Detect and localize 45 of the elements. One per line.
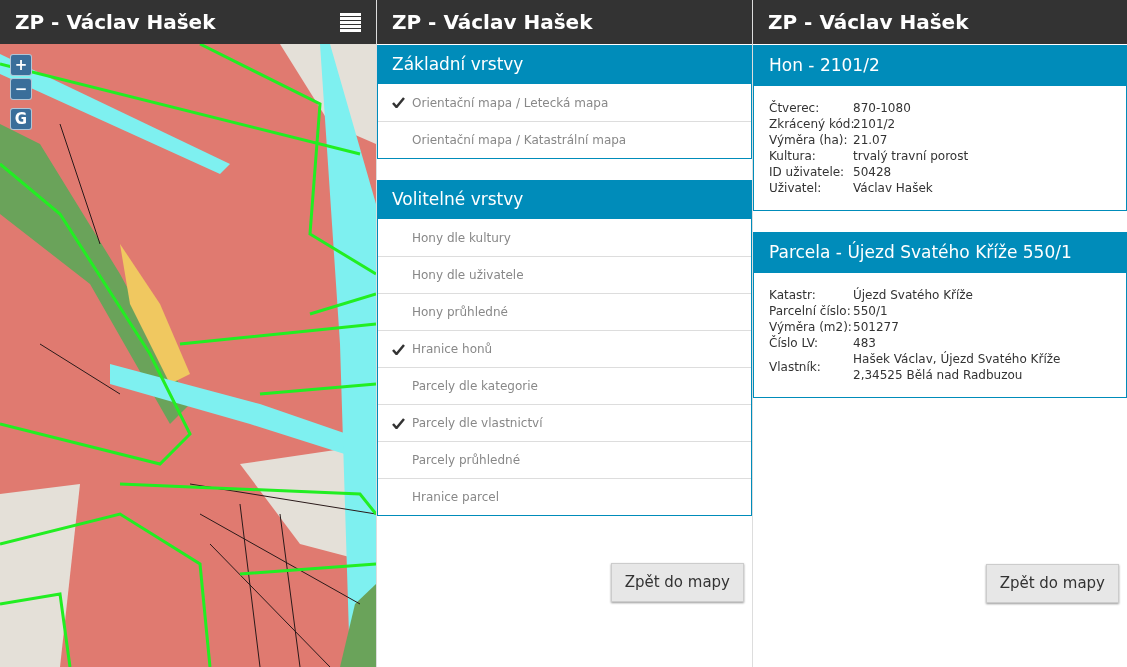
- field-value: Újezd Svatého Kříže: [853, 287, 973, 303]
- field-label: Čtverec:: [769, 100, 821, 116]
- field-value: 483: [853, 335, 876, 351]
- field-label: Výměra (m2):: [769, 319, 853, 335]
- field-value: 870-1080: [853, 100, 911, 116]
- field-label: Parcelní číslo:: [769, 303, 852, 319]
- layer-item[interactable]: Hranice honů: [378, 330, 751, 367]
- field-label: Výměra (ha):: [769, 132, 849, 148]
- field-value: 550/1: [853, 303, 888, 319]
- map-control-button[interactable]: −: [10, 78, 32, 100]
- field-value: 501277: [853, 319, 899, 335]
- layer-item[interactable]: Orientační mapa / Letecká mapa: [378, 84, 751, 121]
- field-value: trvalý travní porost: [853, 148, 969, 164]
- map-control-button[interactable]: +: [10, 54, 32, 76]
- field-label: Vlastník:: [769, 359, 822, 375]
- field-value: 21.07: [853, 132, 888, 148]
- field-value: Hašek Václav, Újezd Svatého Kříže 2,34525 Bělá nad Radbuzou: [853, 351, 1062, 383]
- back-to-map-button[interactable]: Zpět do mapy: [610, 563, 744, 602]
- layer-item[interactable]: Parcely dle vlastnictví: [378, 404, 751, 441]
- field-value: 2101/2: [853, 116, 896, 132]
- app-title: ZP - Václav Hašek: [392, 9, 593, 36]
- field-label: Katastr:: [769, 287, 817, 303]
- menu-icon[interactable]: [340, 12, 361, 32]
- map-control-button[interactable]: G: [10, 108, 32, 130]
- app-title: ZP - Václav Hašek: [768, 9, 969, 36]
- panel-heading: Základní vrstvy: [378, 46, 751, 84]
- layer-item[interactable]: Orientační mapa / Katastrální mapa: [378, 121, 751, 158]
- app-title: ZP - Václav Hašek: [15, 9, 216, 36]
- layer-item[interactable]: Hranice parcel: [378, 478, 751, 515]
- layer-item[interactable]: Hony dle uživatele: [378, 256, 751, 293]
- panel-heading: Volitelné vrstvy: [378, 181, 751, 219]
- field-value: Václav Hašek: [853, 180, 933, 196]
- card-heading: Parcela - Újezd Svatého Kříže 550/1: [754, 233, 1126, 273]
- layer-item[interactable]: Parcely dle kategorie: [378, 367, 751, 404]
- field-label: ID uživatele:: [769, 164, 846, 180]
- field-label: Zkrácený kód:: [769, 116, 853, 132]
- field-label: Kultura:: [769, 148, 817, 164]
- back-to-map-button[interactable]: Zpět do mapy: [985, 564, 1119, 603]
- field-value: 50428: [853, 164, 892, 180]
- field-label: Uživatel:: [769, 180, 823, 196]
- card-heading: Hon - 2101/2: [754, 46, 1126, 86]
- layer-item[interactable]: Parcely průhledné: [378, 441, 751, 478]
- layer-item[interactable]: Hony průhledné: [378, 293, 751, 330]
- field-label: Číslo LV:: [769, 335, 820, 351]
- layer-item[interactable]: Hony dle kultury: [378, 219, 751, 256]
